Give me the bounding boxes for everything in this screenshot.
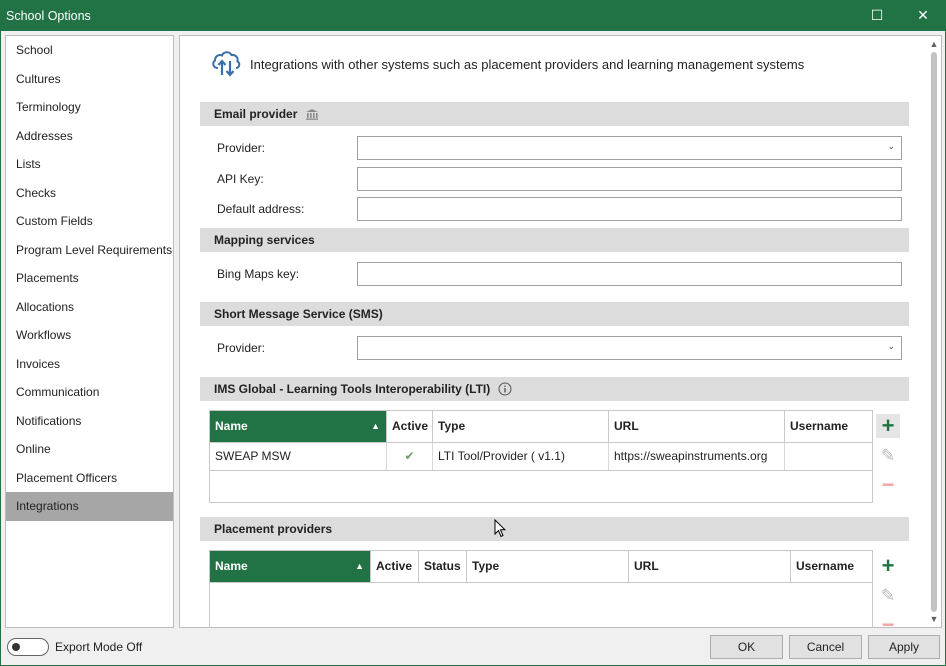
scroll-up-icon[interactable]: ▲ — [927, 37, 941, 51]
options-sidebar: School Cultures Terminology Addresses Li… — [5, 35, 174, 628]
pp-col-username[interactable]: Username — [791, 551, 872, 582]
pp-col-type[interactable]: Type — [467, 551, 629, 582]
api-key-label: API Key: — [217, 172, 264, 186]
scrollbar-thumb[interactable] — [931, 52, 937, 612]
placement-providers-grid: Name ▲ Active Status Type URL Username — [209, 550, 873, 627]
sort-up-icon: ▲ — [371, 421, 380, 431]
sidebar-item-addresses[interactable]: Addresses — [6, 122, 173, 151]
sms-section-header: Short Message Service (SMS) — [200, 302, 909, 326]
apply-button[interactable]: Apply — [868, 635, 940, 659]
lti-col-type[interactable]: Type — [433, 411, 609, 442]
chevron-down-icon: ⌄ — [887, 141, 895, 151]
pp-col-url[interactable]: URL — [629, 551, 791, 582]
bing-maps-key-input[interactable] — [357, 262, 902, 286]
building-icon[interactable] — [305, 108, 319, 120]
lti-col-active[interactable]: Active — [387, 411, 433, 442]
cancel-button[interactable]: Cancel — [789, 635, 862, 659]
pp-add-button[interactable]: + — [876, 554, 900, 578]
toggle-knob — [12, 643, 20, 651]
maximize-icon[interactable]: ☐ — [854, 0, 900, 31]
lti-col-url[interactable]: URL — [609, 411, 785, 442]
sidebar-item-workflows[interactable]: Workflows — [6, 321, 173, 350]
lti-remove-button[interactable]: − — [876, 473, 900, 497]
chevron-down-icon: ⌄ — [887, 341, 895, 351]
lti-title: IMS Global - Learning Tools Interoperabi… — [214, 382, 491, 396]
sms-provider-select[interactable]: ⌄ — [357, 336, 902, 360]
sidebar-item-cultures[interactable]: Cultures — [6, 65, 173, 94]
lti-row-name: SWEAP MSW — [210, 443, 387, 470]
close-icon[interactable]: ✕ — [900, 0, 946, 31]
sidebar-item-placements[interactable]: Placements — [6, 264, 173, 293]
info-icon[interactable] — [498, 382, 512, 396]
bing-maps-key-label: Bing Maps key: — [217, 267, 300, 281]
sidebar-item-communication[interactable]: Communication — [6, 378, 173, 407]
lti-col-username[interactable]: Username — [785, 411, 872, 442]
lti-row-url: https://sweapinstruments.org — [609, 443, 785, 470]
api-key-input[interactable] — [357, 167, 902, 191]
intro-text: Integrations with other systems such as … — [250, 57, 805, 72]
check-icon: ✔ — [387, 443, 433, 470]
lti-grid: Name ▲ Active Type URL Username SWEAP MS… — [209, 410, 873, 503]
sidebar-item-lists[interactable]: Lists — [6, 150, 173, 179]
sort-up-icon: ▲ — [355, 561, 364, 571]
ok-button[interactable]: OK — [710, 635, 783, 659]
sms-title: Short Message Service (SMS) — [214, 307, 383, 321]
scroll-down-icon[interactable]: ▼ — [927, 612, 941, 626]
pp-edit-button[interactable]: ✎ — [876, 583, 900, 607]
mapping-services-section-header: Mapping services — [200, 228, 909, 252]
pp-col-status[interactable]: Status — [419, 551, 467, 582]
pp-remove-button[interactable]: − — [876, 613, 900, 628]
sidebar-item-online[interactable]: Online — [6, 435, 173, 464]
sidebar-item-invoices[interactable]: Invoices — [6, 350, 173, 379]
lti-grid-header: Name ▲ Active Type URL Username — [210, 411, 872, 443]
intro-header: Integrations with other systems such as … — [210, 48, 804, 81]
title-bar: School Options ☐ ✕ — [0, 0, 946, 31]
sidebar-item-placement-officers[interactable]: Placement Officers — [6, 464, 173, 493]
sidebar-item-program-level-requirements[interactable]: Program Level Requirements — [6, 236, 173, 265]
lti-col-name[interactable]: Name ▲ — [210, 411, 387, 442]
sms-provider-label: Provider: — [217, 341, 266, 355]
window-title: School Options — [6, 8, 91, 23]
lti-section-header: IMS Global - Learning Tools Interoperabi… — [200, 377, 909, 401]
vertical-scrollbar[interactable]: ▲ ▼ — [927, 36, 941, 627]
placement-providers-grid-header: Name ▲ Active Status Type URL Username — [210, 551, 872, 583]
default-address-label: Default address: — [217, 202, 305, 216]
sidebar-item-integrations[interactable]: Integrations — [6, 492, 173, 521]
email-provider-title: Email provider — [214, 107, 298, 121]
export-mode-toggle[interactable] — [7, 638, 49, 656]
default-address-input[interactable] — [357, 197, 902, 221]
lti-row-username — [785, 443, 872, 470]
mapping-services-title: Mapping services — [214, 233, 315, 247]
sidebar-item-school[interactable]: School — [6, 36, 173, 65]
sidebar-item-allocations[interactable]: Allocations — [6, 293, 173, 322]
table-row[interactable]: SWEAP MSW ✔ LTI Tool/Provider ( v1.1) ht… — [210, 443, 872, 471]
sidebar-item-checks[interactable]: Checks — [6, 179, 173, 208]
lti-add-button[interactable]: + — [876, 414, 900, 438]
email-provider-select[interactable]: ⌄ — [357, 136, 902, 160]
pp-col-active[interactable]: Active — [371, 551, 419, 582]
cloud-sync-icon — [210, 48, 242, 81]
integrations-panel: Integrations with other systems such as … — [179, 35, 942, 628]
placement-providers-title: Placement providers — [214, 522, 333, 536]
sidebar-item-terminology[interactable]: Terminology — [6, 93, 173, 122]
lti-row-type: LTI Tool/Provider ( v1.1) — [433, 443, 609, 470]
export-mode-label: Export Mode Off — [55, 640, 143, 654]
email-provider-section-header: Email provider — [200, 102, 909, 126]
mouse-cursor-icon — [494, 518, 507, 541]
email-provider-label: Provider: — [217, 141, 266, 155]
lti-edit-button[interactable]: ✎ — [876, 443, 900, 467]
dialog-body: School Cultures Terminology Addresses Li… — [0, 31, 946, 666]
sidebar-item-custom-fields[interactable]: Custom Fields — [6, 207, 173, 236]
pp-col-name[interactable]: Name ▲ — [210, 551, 371, 582]
placement-providers-section-header: Placement providers — [200, 517, 909, 541]
sidebar-item-notifications[interactable]: Notifications — [6, 407, 173, 436]
